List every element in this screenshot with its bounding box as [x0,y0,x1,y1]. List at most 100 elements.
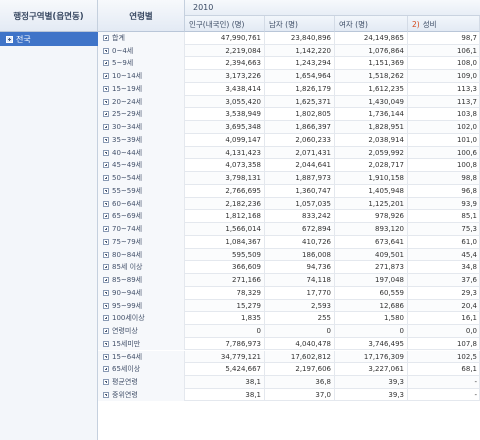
expand-toggle-icon[interactable] [103,47,109,54]
expand-toggle-icon[interactable] [103,328,109,335]
age-group-cell[interactable]: 0~4세 [98,44,185,58]
table-row: 평균연령 38,1 36,8 39,3- [98,375,480,389]
region-column-header[interactable]: 행정구역별(읍면동) [0,0,98,32]
age-group-cell[interactable]: 합계 [98,32,185,45]
expand-toggle-icon[interactable] [103,353,109,360]
expand-toggle-icon[interactable] [103,315,109,322]
age-group-cell[interactable]: 65~69세 [98,210,185,224]
female-header[interactable]: 여자 (명) [335,16,408,32]
age-group-cell[interactable]: 100세이상 [98,312,185,325]
expand-toggle-icon[interactable] [103,226,109,233]
expand-toggle-icon[interactable] [103,289,109,296]
female-cell: 17,176,309 [335,350,408,364]
age-group-cell[interactable]: 40~44세 [98,146,185,160]
total-population-header[interactable]: 인구(내국인) (명) [185,16,265,32]
region-item-national[interactable]: 전국 [0,32,98,46]
female-cell: 3,227,061 [335,363,408,376]
total-population-cell: 4,131,423 [185,146,265,160]
sex-ratio-cell: 29,3 [408,286,480,300]
expand-toggle-icon[interactable] [103,187,109,194]
expand-toggle-icon[interactable] [103,277,109,284]
age-group-cell[interactable]: 95~99세 [98,299,185,313]
age-group-label: 15세미만 [112,339,141,348]
age-group-cell[interactable]: 45~49세 [98,159,185,173]
expand-toggle-icon[interactable] [103,302,109,309]
region-column-header-label: 행정구역별(읍면동) [13,12,84,22]
male-cell: 0 [265,325,335,338]
age-group-cell[interactable]: 80~84세 [98,248,185,262]
male-cell: 17,770 [265,286,335,300]
expand-toggle-icon[interactable] [103,340,109,347]
age-group-cell[interactable]: 평균연령 [98,375,185,389]
footnote-marker[interactable]: 2) [412,20,420,29]
age-group-label: 80~84세 [112,250,143,259]
age-column-header-label: 연령별 [129,12,153,22]
age-group-cell[interactable]: 연령미상 [98,325,185,338]
age-group-cell[interactable]: 15~19세 [98,82,185,96]
age-group-cell[interactable]: 10~14세 [98,70,185,83]
table-row: 65세이상 5,424,667 2,197,606 3,227,061 68,1 [98,363,480,376]
female-cell: 1,736,144 [335,108,408,122]
expand-toggle-icon[interactable] [103,73,109,80]
female-cell: 1,076,864 [335,44,408,58]
expand-toggle-icon[interactable] [103,378,109,385]
age-group-cell[interactable]: 55~59세 [98,184,185,198]
male-header[interactable]: 남자 (명) [265,16,335,32]
sex-ratio-header[interactable]: 2) 성비 [408,16,480,32]
age-group-cell[interactable]: 20~24세 [98,95,185,109]
table-row: 90~94세 78,329 17,770 60,559 29,3 [98,286,480,300]
region-item-label: 전국 [16,35,31,44]
male-cell: 36,8 [265,375,335,389]
age-group-cell[interactable]: 50~54세 [98,172,185,185]
expand-toggle-icon[interactable] [103,111,109,118]
age-group-cell[interactable]: 75~79세 [98,235,185,249]
age-group-cell[interactable]: 60~64세 [98,197,185,211]
expand-toggle-icon[interactable] [103,60,109,67]
age-group-cell[interactable]: 5~9세 [98,57,185,71]
expand-toggle-icon[interactable] [103,149,109,156]
age-group-cell[interactable]: 90~94세 [98,286,185,300]
age-group-cell[interactable]: 25~29세 [98,108,185,122]
expand-toggle-icon[interactable] [103,98,109,105]
table-row: 75~79세 1,084,367 410,726 673,641 61,0 [98,235,480,249]
age-group-cell[interactable]: 중위연령 [98,388,185,402]
expand-toggle-icon[interactable] [103,162,109,169]
age-group-cell[interactable]: 15세미만 [98,337,185,351]
sex-ratio-cell: 108,0 [408,57,480,71]
male-cell: 186,008 [265,248,335,262]
expand-toggle-icon[interactable] [103,136,109,143]
sex-ratio-cell: 85,1 [408,210,480,224]
female-cell: 60,559 [335,286,408,300]
female-cell: 39,3 [335,375,408,389]
expand-toggle-icon[interactable] [6,36,13,43]
table-row: 45~49세 4,073,358 2,044,641 2,028,717 100,8 [98,159,480,173]
female-cell: 2,038,914 [335,133,408,147]
age-group-cell[interactable]: 70~74세 [98,223,185,236]
expand-toggle-icon[interactable] [103,175,109,182]
total-population-cell: 38,1 [185,375,265,389]
female-cell: 0 [335,325,408,338]
age-group-cell[interactable]: 65세이상 [98,363,185,376]
male-cell: 2,071,431 [265,146,335,160]
age-group-cell[interactable]: 30~34세 [98,121,185,134]
expand-toggle-icon[interactable] [103,391,109,398]
expand-toggle-icon[interactable] [103,200,109,207]
expand-toggle-icon[interactable] [103,251,109,258]
age-group-cell[interactable]: 85~89세 [98,274,185,287]
expand-toggle-icon[interactable] [103,264,109,271]
age-group-cell[interactable]: 85세 이상 [98,261,185,275]
sex-ratio-cell: - [408,375,480,389]
age-group-label: 85세 이상 [112,263,143,272]
age-group-label: 45~49세 [112,161,143,170]
age-group-cell[interactable]: 35~39세 [98,133,185,147]
age-group-cell[interactable]: 15~64세 [98,350,185,364]
expand-toggle-icon[interactable] [103,35,109,41]
expand-toggle-icon[interactable] [103,366,109,373]
expand-toggle-icon[interactable] [103,213,109,220]
expand-toggle-icon[interactable] [103,124,109,131]
total-population-cell: 47,990,761 [185,32,265,45]
age-column-header[interactable]: 연령별 [98,0,185,32]
table-row: 40~44세 4,131,423 2,071,431 2,059,992 100,6 [98,146,480,160]
expand-toggle-icon[interactable] [103,238,109,245]
expand-toggle-icon[interactable] [103,85,109,92]
